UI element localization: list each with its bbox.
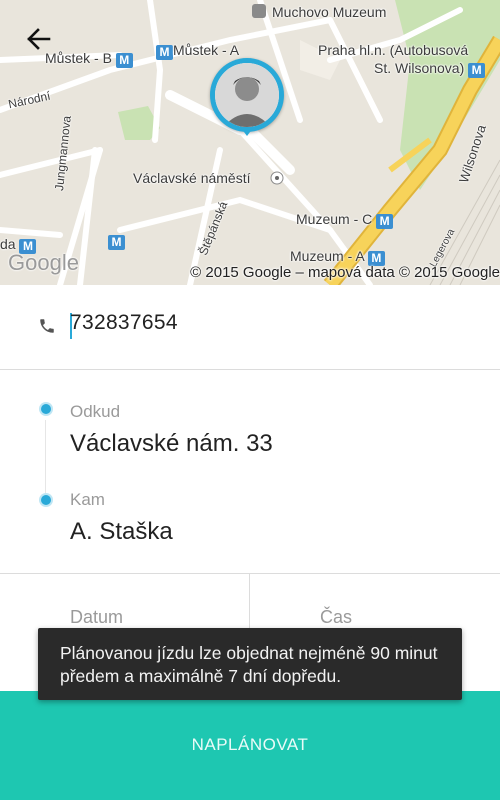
from-label: Odkud <box>70 402 121 421</box>
avatar <box>215 63 279 127</box>
route-connector <box>45 420 46 500</box>
map-label-muchovo: Muchovo Muzeum <box>272 4 387 20</box>
map-label-mustek-b: Můstek - B M <box>45 50 133 68</box>
map-label-praha-hln: Praha hl.n. (Autobusová <box>318 42 469 58</box>
avatar-photo <box>215 63 279 127</box>
map-label-text: St. Wilsonova) <box>374 60 465 76</box>
time-field[interactable]: Čas <box>320 607 352 628</box>
origin-dot-icon <box>41 404 51 414</box>
map-label-wilsonova-station: St. Wilsonova) M <box>374 60 486 78</box>
to-label: Kam <box>70 490 105 509</box>
from-field[interactable]: Václavské nám. 33 <box>70 430 273 458</box>
to-field[interactable]: A. Staška <box>70 518 173 546</box>
map-label-text: Muzeum - A <box>290 248 364 264</box>
driver-avatar-marker[interactable] <box>210 58 290 142</box>
map-attribution: © 2015 Google – mapová data © 2015 Googl… <box>190 264 500 281</box>
metro-icon: M <box>376 214 394 229</box>
metro-icon: M <box>115 53 133 68</box>
map-label-text: Můstek - A <box>173 42 240 58</box>
schedule-button[interactable]: NAPLÁNOVAT <box>0 691 500 800</box>
map-label-metro: M <box>108 232 125 250</box>
phone-icon <box>40 319 54 333</box>
map-label-text: Můstek - B <box>45 50 112 66</box>
map-label-muzeum-c: Muzeum - C M <box>296 211 394 229</box>
google-logo: Google <box>8 250 79 275</box>
map-view[interactable]: Muchovo Muzeum Můstek - B M M Můstek - A … <box>0 0 500 285</box>
destination-dot-icon <box>41 495 51 505</box>
schedule-button-label: NAPLÁNOVAT <box>191 735 309 754</box>
toast-message: Plánovanou jízdu lze objednat nejméně 90… <box>38 628 462 700</box>
metro-icon: M <box>156 45 173 60</box>
toast-text: Plánovanou jízdu lze objednat nejméně 90… <box>60 643 438 686</box>
metro-icon: M <box>108 235 125 250</box>
route-section: Odkud Václavské nám. 33 Kam A. Staška <box>0 370 500 573</box>
phone-row: 732837654 <box>0 285 500 370</box>
metro-icon: M <box>468 63 486 78</box>
date-field[interactable]: Datum <box>70 607 123 628</box>
map-label-vaclavske-namesti: Václavské náměstí <box>133 170 251 186</box>
marker-tip <box>241 128 253 136</box>
map-label-text: Muzeum - C <box>296 211 373 227</box>
phone-input[interactable]: 732837654 <box>70 311 178 335</box>
